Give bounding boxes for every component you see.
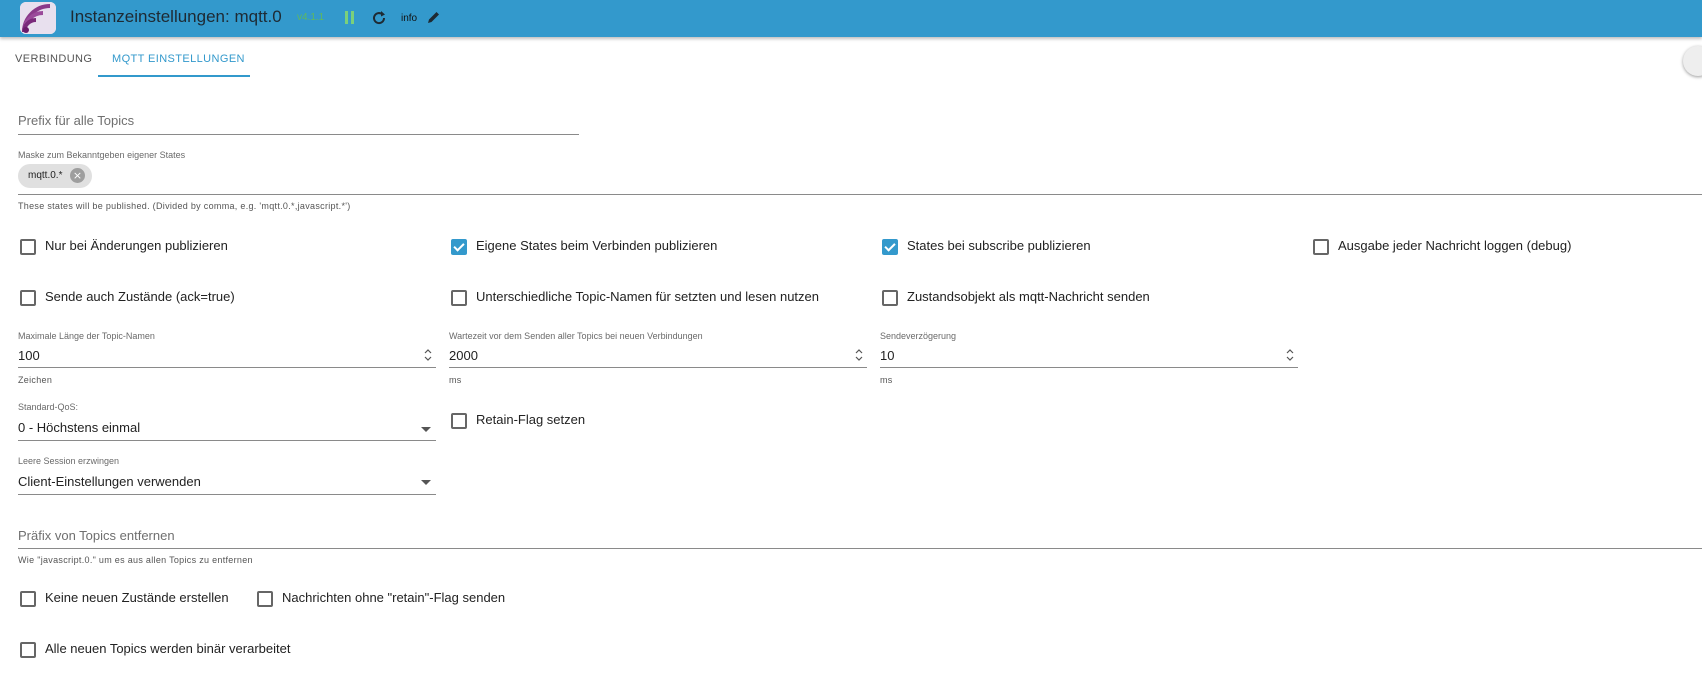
checkbox-box[interactable] bbox=[882, 239, 898, 255]
session-label: Leere Session erzwingen bbox=[18, 456, 120, 466]
chip-label: mqtt.0.* bbox=[28, 170, 63, 181]
page-title: Instanzeinstellungen: mqtt.0 bbox=[70, 7, 282, 26]
send-delay-input[interactable]: 10 bbox=[880, 348, 894, 363]
prefix-input-underline bbox=[18, 134, 579, 135]
reload-icon[interactable] bbox=[370, 9, 388, 27]
spinner-icon[interactable] bbox=[423, 347, 433, 363]
checkbox-box[interactable] bbox=[451, 239, 467, 255]
app-logo-icon bbox=[20, 2, 56, 34]
checkbox-label: Sende auch Zustände (ack=true) bbox=[45, 289, 235, 304]
checkbox-box[interactable] bbox=[882, 290, 898, 306]
max-topic-length-underline bbox=[18, 367, 436, 368]
send-delay-underline bbox=[880, 367, 1298, 368]
dropdown-arrow-icon[interactable] bbox=[421, 427, 431, 432]
checkbox-label: Eigene States beim Verbinden publizieren bbox=[476, 238, 718, 253]
remove-prefix-helper: Wie "javascript.0." um es aus allen Topi… bbox=[18, 555, 253, 565]
checkbox-box[interactable] bbox=[257, 591, 273, 607]
max-topic-length-label: Maximale Länge der Topic-Namen bbox=[18, 331, 155, 341]
tab-mqtt-einstellungen[interactable]: MQTT EINSTELLUNGEN bbox=[112, 53, 245, 65]
checkbox-label: States bei subscribe publizieren bbox=[907, 238, 1091, 253]
wait-time-underline bbox=[449, 367, 867, 368]
spinner-icon[interactable] bbox=[854, 347, 864, 363]
checkbox-box[interactable] bbox=[20, 239, 36, 255]
checkbox-label: Nachrichten ohne "retain"-Flag senden bbox=[282, 590, 506, 605]
active-tab-indicator bbox=[98, 75, 250, 77]
scroll-top-icon[interactable] bbox=[1683, 46, 1702, 76]
session-select-underline bbox=[18, 494, 436, 495]
chip-remove-icon[interactable]: × bbox=[70, 168, 85, 183]
qos-select[interactable]: 0 - Höchstens einmal bbox=[18, 420, 140, 435]
dropdown-arrow-icon[interactable] bbox=[421, 480, 431, 485]
prefix-input[interactable]: Prefix für alle Topics bbox=[18, 113, 134, 128]
checkbox-label: Ausgabe jeder Nachricht loggen (debug) bbox=[1338, 238, 1572, 253]
mask-label: Maske zum Bekanntgeben eigener States bbox=[18, 150, 186, 160]
qos-select-underline bbox=[18, 440, 436, 441]
checkbox-box[interactable] bbox=[1313, 239, 1329, 255]
max-topic-length-unit: Zeichen bbox=[18, 375, 53, 385]
checkbox-box[interactable] bbox=[20, 290, 36, 306]
checkbox-label: Retain-Flag setzen bbox=[476, 412, 586, 427]
version-label: v4.1.1 bbox=[297, 12, 325, 23]
mask-input-underline bbox=[18, 194, 1702, 195]
mask-helper-text: These states will be published. (Divided… bbox=[18, 201, 351, 211]
checkbox-label: Alle neuen Topics werden binär verarbeit… bbox=[45, 641, 291, 656]
checkbox-box[interactable] bbox=[451, 290, 467, 306]
header-bar: Instanzeinstellungen: mqtt.0 v4.1.1 info bbox=[0, 0, 1702, 37]
checkbox-label: Zustandsobjekt als mqtt-Nachricht senden bbox=[907, 289, 1150, 304]
spinner-icon[interactable] bbox=[1285, 347, 1295, 363]
max-topic-length-input[interactable]: 100 bbox=[18, 348, 40, 363]
wait-time-label: Wartezeit vor dem Senden aller Topics be… bbox=[449, 331, 703, 341]
remove-prefix-input[interactable]: Präfix von Topics entfernen bbox=[18, 528, 175, 543]
checkbox-label: Nur bei Änderungen publizieren bbox=[45, 238, 228, 253]
session-select[interactable]: Client-Einstellungen verwenden bbox=[18, 474, 201, 489]
tab-verbindung[interactable]: VERBINDUNG bbox=[15, 53, 92, 65]
wait-time-input[interactable]: 2000 bbox=[449, 348, 478, 363]
checkbox-label: Unterschiedliche Topic-Namen für setzten… bbox=[476, 289, 820, 304]
send-delay-label: Sendeverzögerung bbox=[880, 331, 957, 341]
edit-icon[interactable] bbox=[426, 10, 441, 25]
checkbox-label: Keine neuen Zustände erstellen bbox=[45, 590, 229, 605]
checkbox-box[interactable] bbox=[20, 591, 36, 607]
wait-time-unit: ms bbox=[449, 375, 462, 385]
mask-chip[interactable]: mqtt.0.* × bbox=[18, 164, 92, 188]
checkbox-box[interactable] bbox=[451, 413, 467, 429]
qos-label: Standard-QoS: bbox=[18, 402, 79, 412]
pause-icon[interactable] bbox=[345, 11, 355, 24]
remove-prefix-underline bbox=[18, 548, 1702, 549]
info-label[interactable]: info bbox=[401, 13, 417, 24]
send-delay-unit: ms bbox=[880, 375, 893, 385]
checkbox-box[interactable] bbox=[20, 642, 36, 658]
